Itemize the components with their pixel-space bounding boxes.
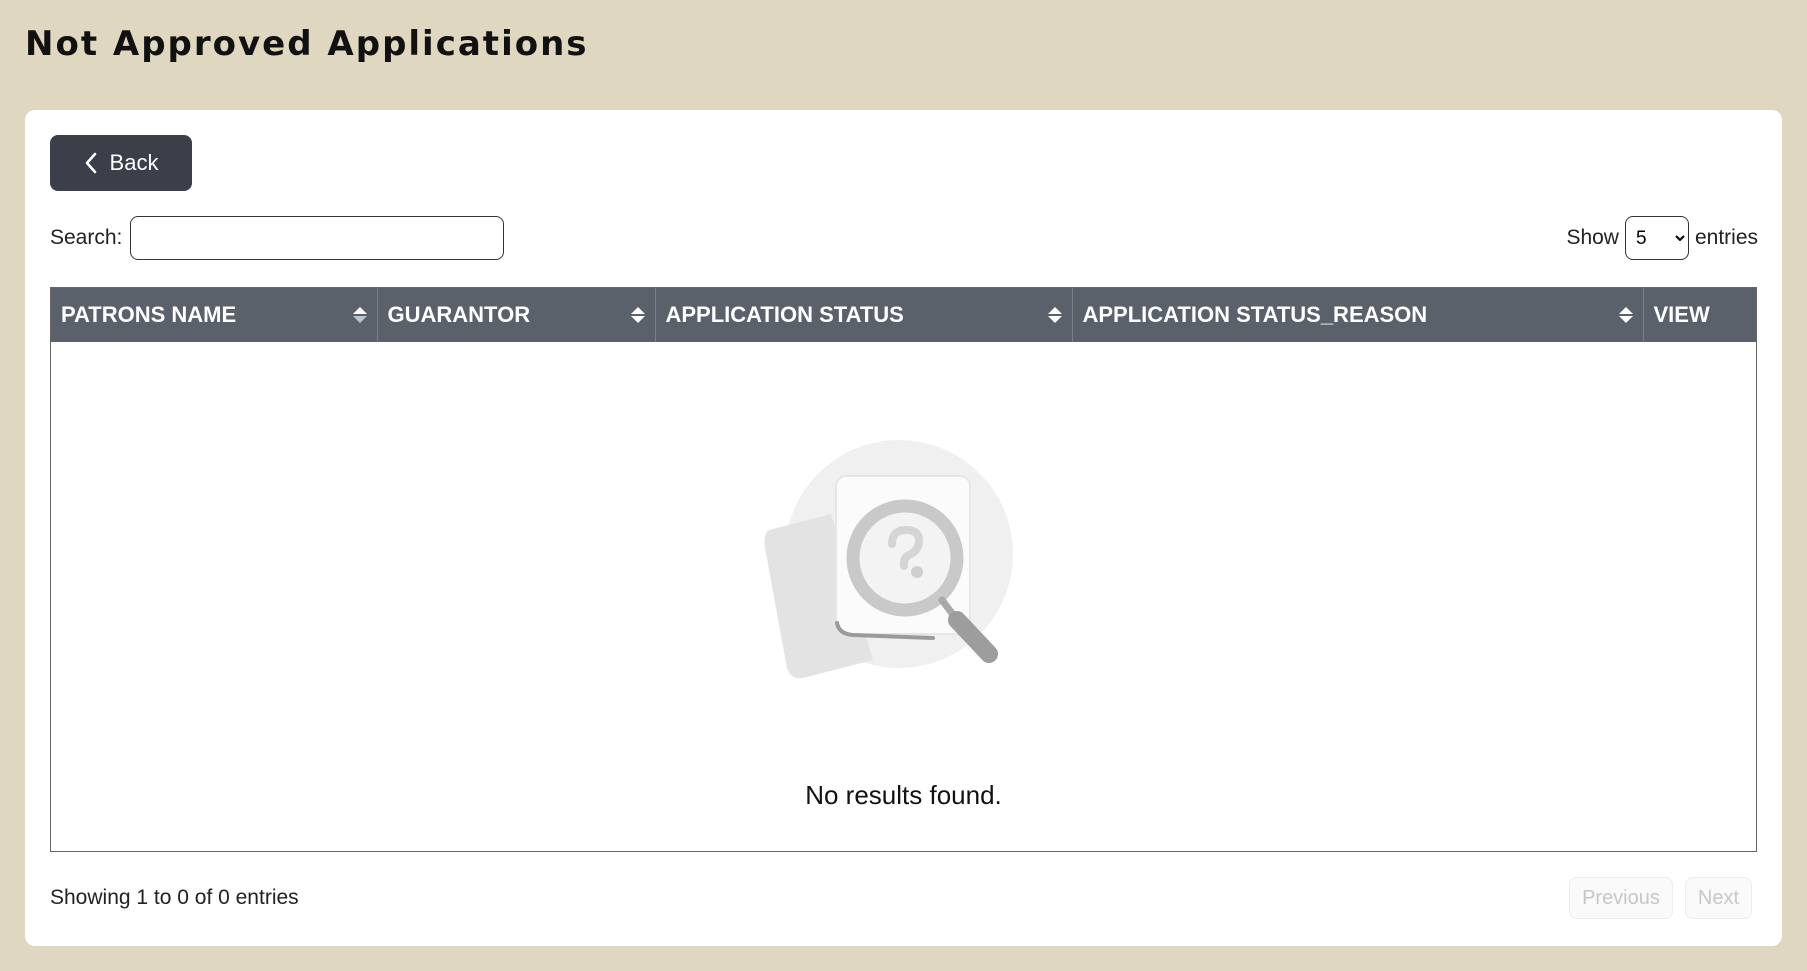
column-label: PATRONS NAME: [61, 302, 237, 327]
chevron-left-icon: [84, 152, 98, 174]
search-document-icon: [761, 438, 1021, 693]
entries-label: entries: [1694, 226, 1758, 249]
page-length-control: Show 5 entries: [1566, 216, 1758, 260]
column-header-guarantor[interactable]: GUARANTOR: [377, 288, 656, 342]
sort-icon: [1618, 307, 1633, 323]
column-label: APPLICATION STATUS: [665, 302, 904, 327]
sort-icon: [630, 307, 645, 323]
empty-row: No results found.: [51, 342, 1756, 851]
back-button[interactable]: Back: [50, 135, 192, 191]
column-header-view: VIEW: [1643, 288, 1756, 342]
column-label: APPLICATION STATUS_REASON: [1082, 302, 1428, 327]
column-header-patrons-name[interactable]: PATRONS NAME: [51, 288, 378, 342]
content-card: Back Search: Show 5 entries PATRONS NAME…: [25, 110, 1782, 946]
table-header-row: PATRONS NAME GUARANTOR APPLICATION STATU…: [51, 288, 1756, 342]
empty-message: No results found.: [805, 780, 1002, 810]
column-header-application-status[interactable]: APPLICATION STATUS: [655, 288, 1073, 342]
table-info: Showing 1 to 0 of 0 entries: [50, 886, 299, 909]
sort-icon: [1047, 307, 1062, 323]
empty-state: No results found.: [51, 342, 1756, 851]
back-button-label: Back: [109, 150, 159, 175]
previous-button[interactable]: Previous: [1569, 877, 1673, 919]
page-length-select[interactable]: 5: [1624, 216, 1689, 260]
column-label: GUARANTOR: [387, 302, 531, 327]
search-label: Search:: [50, 226, 123, 249]
page-title: Not Approved Applications: [25, 24, 589, 64]
search-input[interactable]: [130, 216, 504, 260]
results-table: PATRONS NAME GUARANTOR APPLICATION STATU…: [51, 288, 1756, 851]
show-label: Show: [1566, 226, 1619, 249]
sort-icon: [352, 307, 367, 323]
column-label: VIEW: [1653, 302, 1710, 327]
pagination: Previous Next: [1569, 877, 1752, 919]
next-button[interactable]: Next: [1684, 877, 1752, 919]
results-table-wrapper: PATRONS NAME GUARANTOR APPLICATION STATU…: [50, 287, 1757, 852]
column-header-application-status-reason[interactable]: APPLICATION STATUS_REASON: [1072, 288, 1644, 342]
